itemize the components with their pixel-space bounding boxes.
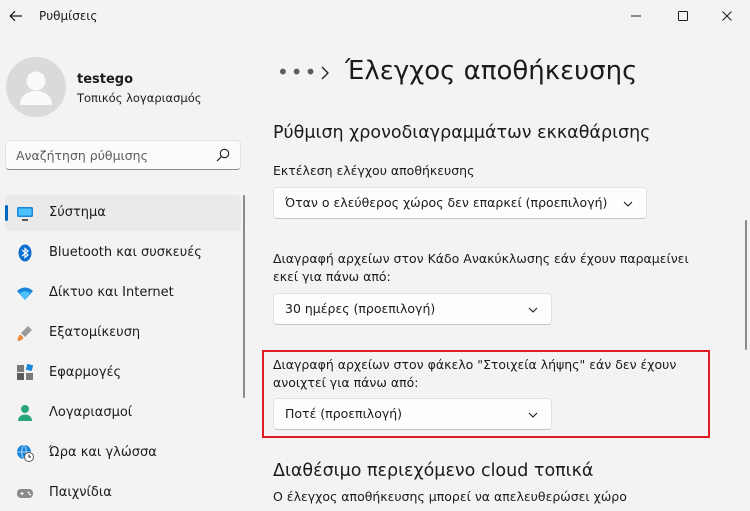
sidebar-item-apps[interactable]: Εφαρμογές — [5, 355, 241, 391]
minimize-button[interactable] — [613, 0, 659, 32]
sidebar-item-accounts[interactable]: Λογαριασμοί — [5, 395, 241, 431]
sidebar-item-label: Ώρα και γλώσσα — [49, 445, 157, 460]
apps-icon — [17, 364, 34, 380]
sidebar-item-system[interactable]: Σύστημα — [5, 195, 241, 231]
sidebar-item-label: Εφαρμογές — [49, 365, 122, 380]
search-input[interactable]: Αναζήτηση ρύθμισης — [5, 140, 241, 170]
recycle-bin-label-line2: εκεί για πάνω από: — [273, 269, 391, 284]
sidebar-item-label: Σύστημα — [49, 205, 106, 220]
back-button[interactable] — [4, 4, 28, 28]
section-heading-cleanup: Ρύθμιση χρονοδιαγραμμάτων εκκαθάρισης — [273, 123, 651, 143]
sidebar-scrollbar[interactable] — [243, 195, 245, 398]
chevron-right-icon — [321, 66, 329, 80]
bluetooth-icon — [18, 244, 32, 262]
arrow-left-icon — [9, 10, 22, 22]
sidebar-item-bluetooth[interactable]: Bluetooth και συσκευές — [5, 235, 241, 271]
chevron-down-icon — [528, 307, 538, 313]
brush-icon — [17, 326, 32, 341]
wifi-icon — [17, 287, 33, 300]
chevron-down-icon — [623, 201, 633, 207]
active-indicator — [5, 205, 8, 221]
chevron-down-icon — [528, 412, 538, 418]
sidebar-item-personalization[interactable]: Εξατομίκευση — [5, 315, 241, 351]
gamepad-icon — [17, 489, 33, 498]
run-storage-sense-label: Εκτέλεση ελέγχου αποθήκευσης — [273, 163, 475, 178]
app-title: Ρυθμίσεις — [39, 9, 98, 23]
close-button[interactable] — [704, 0, 750, 32]
person-icon — [18, 405, 32, 421]
page-title: Έλεγχος αποθήκευσης — [345, 56, 638, 86]
sidebar-item-network[interactable]: Δίκτυο και Internet — [5, 275, 241, 311]
sidebar-item-gaming[interactable]: Παιχνίδια — [5, 475, 241, 511]
minimize-icon — [631, 15, 641, 17]
dropdown-value: Όταν ο ελεύθερος χώρος δεν επαρκεί (προε… — [285, 195, 608, 210]
avatar[interactable] — [6, 57, 66, 117]
content-scrollbar[interactable] — [745, 220, 747, 350]
globe-clock-icon — [17, 444, 34, 462]
downloads-dropdown[interactable]: Ποτέ (προεπιλογή) — [273, 398, 552, 430]
sidebar-item-time-language[interactable]: Ώρα και γλώσσα — [5, 435, 241, 471]
maximize-icon — [678, 11, 688, 21]
recycle-bin-label-line1: Διαγραφή αρχείων στον Κάδο Ανακύκλωσης ε… — [273, 251, 689, 266]
run-storage-sense-dropdown[interactable]: Όταν ο ελεύθερος χώρος δεν επαρκεί (προε… — [273, 187, 647, 219]
sidebar-item-label: Εξατομίκευση — [49, 325, 141, 340]
downloads-label-line1: Διαγραφή αρχείων στον φάκελο "Στοιχεία λ… — [273, 357, 677, 372]
title-bar: Ρυθμίσεις — [0, 0, 750, 32]
person-avatar-icon — [20, 71, 52, 105]
sidebar-item-label: Δίκτυο και Internet — [49, 285, 174, 300]
dropdown-value: 30 ημέρες (προεπιλογή) — [285, 301, 436, 316]
monitor-icon — [17, 207, 33, 221]
sidebar-item-label: Παιχνίδια — [49, 485, 112, 500]
recycle-bin-dropdown[interactable]: 30 ημέρες (προεπιλογή) — [273, 293, 552, 325]
breadcrumb-more-button[interactable]: ••• — [277, 60, 318, 84]
search-icon — [216, 148, 230, 162]
downloads-label-line2: ανοιχτεί για πάνω από: — [273, 375, 419, 390]
maximize-button[interactable] — [660, 0, 706, 32]
close-icon — [722, 11, 732, 21]
dropdown-value: Ποτέ (προεπιλογή) — [285, 406, 403, 421]
user-name: testego — [77, 72, 134, 87]
account-type: Τοπικός λογαριασμός — [77, 91, 202, 105]
sidebar-item-label: Λογαριασμοί — [49, 405, 133, 420]
cloud-description: Ο έλεγχος αποθήκευσης μπορεί να απελευθε… — [273, 489, 627, 504]
search-placeholder: Αναζήτηση ρύθμισης — [16, 148, 148, 163]
section-heading-cloud: Διαθέσιμο περιεχόμενο cloud τοπικά — [273, 461, 594, 481]
sidebar-item-label: Bluetooth και συσκευές — [49, 245, 202, 260]
